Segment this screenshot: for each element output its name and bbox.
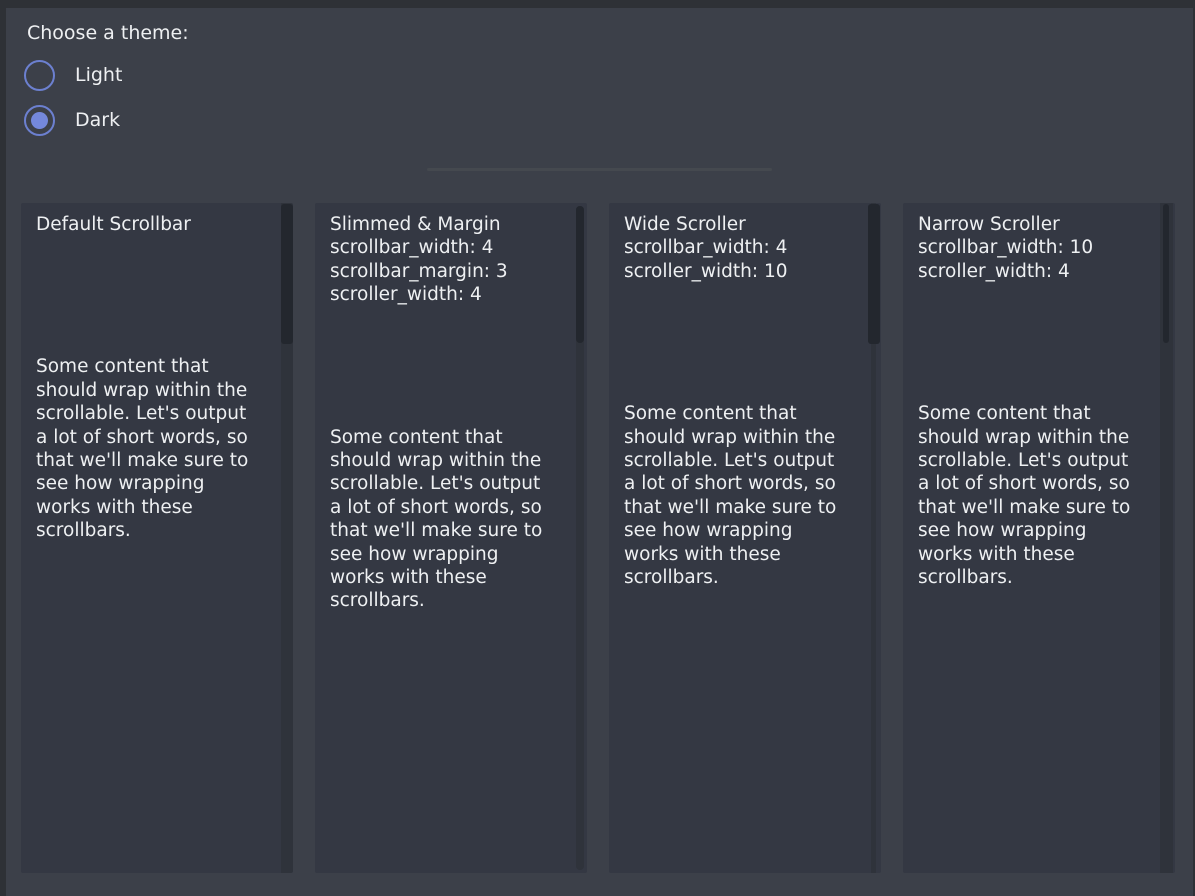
- panel-title: Default Scrollbar: [21, 203, 293, 236]
- panel-body-text: Some content that should wrap within the…: [21, 355, 293, 542]
- panel-title: Slimmed & Margin scrollbar_width: 4 scro…: [315, 203, 587, 307]
- panel-body-text: Some content that should wrap within the…: [609, 402, 881, 589]
- radio-circle-light[interactable]: [24, 60, 55, 91]
- scroll-panel-slimmed-margin[interactable]: Slimmed & Margin scrollbar_width: 4 scro…: [315, 203, 587, 873]
- radio-circle-dark[interactable]: [24, 105, 55, 136]
- scrollbar-thumb[interactable]: [576, 206, 584, 343]
- radio-label-dark: Dark: [75, 109, 120, 131]
- scrollbar[interactable]: [281, 203, 293, 873]
- panel-title: Wide Scroller scrollbar_width: 4 scrolle…: [609, 203, 881, 283]
- scrollbar[interactable]: [576, 206, 584, 870]
- theme-chooser-label: Choose a theme:: [27, 21, 189, 45]
- scrollbar[interactable]: [1160, 203, 1173, 873]
- scrollbar-thumb[interactable]: [281, 204, 293, 344]
- radio-label-light: Light: [75, 64, 122, 86]
- scroll-panel-narrow-scroller[interactable]: Narrow Scroller scrollbar_width: 10 scro…: [903, 203, 1175, 873]
- panel-body-text: Some content that should wrap within the…: [903, 402, 1175, 589]
- radio-option-dark[interactable]: Dark: [24, 104, 120, 136]
- panel-title: Narrow Scroller scrollbar_width: 10 scro…: [903, 203, 1175, 283]
- radio-dot-dark: [31, 112, 48, 129]
- scroll-panel-wide-scroller[interactable]: Wide Scroller scrollbar_width: 4 scrolle…: [609, 203, 881, 873]
- scroll-panel-default-scrollbar[interactable]: Default Scrollbar Some content that shou…: [21, 203, 293, 873]
- scrollbar-thumb[interactable]: [868, 204, 880, 344]
- panel-body-text: Some content that should wrap within the…: [315, 426, 587, 613]
- window-frame-left: [0, 0, 6, 896]
- scroll-panels-row: Default Scrollbar Some content that shou…: [21, 203, 1175, 873]
- window-frame-top: [0, 0, 1195, 8]
- scrollbar-thumb[interactable]: [1163, 204, 1169, 343]
- section-divider: [427, 168, 772, 171]
- scrollbar[interactable]: [868, 203, 880, 873]
- radio-option-light[interactable]: Light: [24, 59, 122, 91]
